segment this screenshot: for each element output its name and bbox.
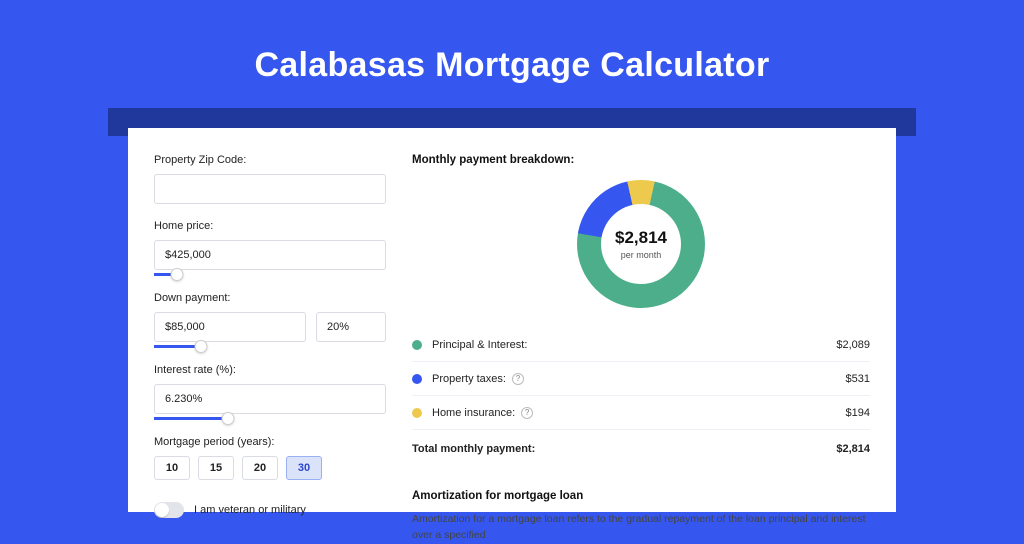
down-payment-input[interactable]	[154, 312, 306, 342]
total-label: Total monthly payment:	[412, 443, 836, 455]
home-price-label: Home price:	[154, 220, 386, 232]
interest-input[interactable]	[154, 384, 386, 414]
info-icon[interactable]	[521, 407, 533, 419]
toggle-knob	[155, 503, 169, 517]
legend-value-taxes: $531	[846, 373, 870, 385]
legend-label-principal: Principal & Interest:	[432, 339, 836, 351]
home-price-slider[interactable]	[154, 273, 386, 276]
period-option-15[interactable]: 15	[198, 456, 234, 480]
down-payment-label: Down payment:	[154, 292, 386, 304]
zip-label: Property Zip Code:	[154, 154, 386, 166]
slider-thumb[interactable]	[171, 268, 184, 281]
period-options: 10 15 20 30	[154, 456, 386, 480]
home-price-input[interactable]	[154, 240, 386, 270]
info-icon[interactable]	[512, 373, 524, 385]
amortization-text: Amortization for a mortgage loan refers …	[412, 512, 870, 544]
results-column: Monthly payment breakdown: $2,814 per mo…	[412, 154, 896, 512]
total-value: $2,814	[836, 443, 870, 455]
period-label: Mortgage period (years):	[154, 436, 386, 448]
legend-value-principal: $2,089	[836, 339, 870, 351]
legend-chip	[412, 408, 422, 418]
donut-total: $2,814	[615, 228, 667, 248]
down-payment-slider[interactable]	[154, 345, 309, 348]
donut-center: $2,814 per month	[601, 204, 681, 284]
interest-label: Interest rate (%):	[154, 364, 386, 376]
period-option-10[interactable]: 10	[154, 456, 190, 480]
amortization-section: Amortization for mortgage loan Amortizat…	[412, 490, 870, 544]
down-payment-pct-input[interactable]	[316, 312, 386, 342]
veteran-toggle[interactable]	[154, 502, 184, 518]
period-option-20[interactable]: 20	[242, 456, 278, 480]
period-option-30[interactable]: 30	[286, 456, 322, 480]
legend-label-taxes: Property taxes:	[432, 373, 846, 385]
veteran-label: I am veteran or military	[194, 504, 306, 516]
breakdown-title: Monthly payment breakdown:	[412, 154, 870, 166]
slider-thumb[interactable]	[222, 412, 235, 425]
interest-slider[interactable]	[154, 417, 386, 420]
legend-chip	[412, 374, 422, 384]
zip-input[interactable]	[154, 174, 386, 204]
legend-label-insurance: Home insurance:	[432, 407, 846, 419]
legend-value-insurance: $194	[846, 407, 870, 419]
slider-thumb[interactable]	[194, 340, 207, 353]
form-column: Property Zip Code: Home price: Down paym…	[128, 154, 412, 512]
calculator-panel: Property Zip Code: Home price: Down paym…	[128, 128, 896, 512]
amortization-title: Amortization for mortgage loan	[412, 490, 870, 502]
legend-chip	[412, 340, 422, 350]
breakdown-donut-chart: $2,814 per month	[577, 180, 705, 308]
donut-sub: per month	[621, 250, 662, 260]
page-title: Calabasas Mortgage Calculator	[254, 46, 769, 85]
